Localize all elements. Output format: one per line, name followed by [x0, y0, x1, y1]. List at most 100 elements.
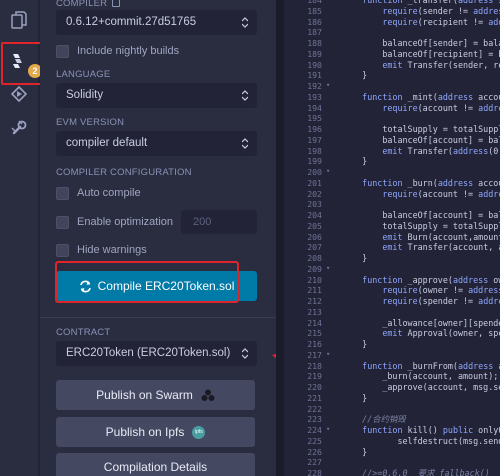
language-select[interactable]: Solidity [56, 83, 257, 108]
line-number: 186 [307, 16, 322, 27]
code-line[interactable]: function _approve(address owner [342, 275, 500, 286]
section-divider [40, 317, 276, 318]
line-number: 193 [307, 91, 322, 102]
line-number: 212 [307, 296, 322, 306]
line-number: 190 [307, 59, 322, 70]
line-number: 207 [307, 242, 322, 253]
checkbox-box[interactable] [56, 186, 69, 200]
checkbox-box[interactable] [56, 215, 69, 229]
code-line[interactable]: emit Burn(account,amount); [342, 232, 500, 243]
line-number: 195 [307, 113, 322, 124]
language-label: LANGUAGE [56, 69, 111, 80]
code-line[interactable]: balanceOf[recipient] = bala [342, 49, 500, 60]
line-number: 188 [307, 38, 322, 48]
code-line[interactable]: } [342, 253, 500, 264]
line-number: 226 [307, 446, 322, 457]
code-line[interactable]: function _burnFrom(address acco [342, 361, 500, 372]
auto-compile-checkbox[interactable]: Auto compile [56, 186, 141, 200]
fold-toggle-icon[interactable]: ▾ [326, 167, 330, 175]
code-line[interactable]: _approve(account, msg.sende [342, 382, 500, 393]
line-number: 220 [307, 382, 322, 392]
code-line[interactable]: emit Transfer(account, addr [342, 242, 500, 253]
compilation-details-button[interactable]: Compilation Details [56, 453, 255, 476]
code-line[interactable]: function kill() public onlyOwne [342, 425, 500, 436]
code-line[interactable]: } [342, 447, 500, 458]
contract-select[interactable]: ERC20Token (ERC20Token.sol) [56, 341, 257, 366]
code-line[interactable]: function _mint(address account, [342, 92, 500, 103]
panel-splitter[interactable] [276, 0, 284, 476]
code-line[interactable]: require(recipient != address [342, 17, 500, 28]
publish-ipfs-label: Publish on Ipfs [105, 425, 185, 439]
code-line[interactable] [342, 404, 500, 415]
evm-version-select[interactable]: compiler default [56, 131, 257, 156]
line-number: 218 [307, 360, 322, 371]
code-line[interactable]: emit Approval(owner, spende [342, 328, 500, 339]
code-line[interactable] [342, 264, 500, 275]
checkbox-box[interactable] [56, 243, 69, 257]
fold-toggle-icon[interactable]: ▾ [326, 350, 330, 358]
deploy-run-icon[interactable] [9, 84, 29, 104]
swarm-icon [201, 389, 215, 401]
line-number: 198 [307, 145, 322, 156]
fold-toggle-icon[interactable]: ▾ [326, 425, 330, 433]
code-line[interactable]: balanceOf[sender] = balance [342, 38, 500, 49]
line-number: 219 [307, 371, 322, 382]
code-line[interactable]: require(spender != address( [342, 296, 500, 307]
code-line[interactable]: } [342, 339, 500, 350]
fold-toggle-icon[interactable]: ▾ [326, 81, 330, 89]
line-number: 194 [307, 102, 322, 113]
code-line[interactable]: } [342, 70, 500, 81]
code-line[interactable] [342, 199, 500, 210]
publish-swarm-button[interactable]: Publish on Swarm [56, 380, 255, 410]
line-number: 189 [307, 48, 322, 59]
code-line[interactable]: emit Transfer(sender, recip [342, 60, 500, 71]
code-line[interactable]: //>=0.6.0 要求 fallback() [342, 468, 500, 476]
code-line[interactable]: balanceOf[account] = balanc [342, 210, 500, 221]
code-line[interactable]: _burn(account, amount); [342, 371, 500, 382]
code-line[interactable]: } [342, 156, 500, 167]
code-line[interactable] [342, 27, 500, 38]
checkbox-box[interactable] [56, 44, 69, 58]
publish-ipfs-button[interactable]: Publish on Ipfs ipfs [56, 417, 255, 447]
code-line[interactable] [342, 350, 500, 361]
line-number-gutter: 184 185 186 187 188 189 190 191 192 193 194 195 196 1… [284, 0, 324, 476]
code-line[interactable]: balanceOf[account] = balanc [342, 135, 500, 146]
code-editor[interactable]: 184 185 186 187 188 189 190 191 192 193 194 195 196 1… [284, 0, 500, 476]
language-value: Solidity [66, 89, 104, 101]
enable-optimization-checkbox[interactable]: Enable optimization [56, 215, 173, 229]
code-line[interactable]: selfdestruct(msg.sender) [342, 436, 500, 447]
optimization-runs-input[interactable]: 200 [181, 210, 257, 234]
compiler-version-select[interactable]: 0.6.12+commit.27d51765 [56, 10, 257, 35]
code-line[interactable] [342, 457, 500, 468]
line-number: 225 [307, 435, 322, 446]
code-line[interactable]: totalSupply = totalSupply.s [342, 221, 500, 232]
hide-warnings-checkbox[interactable]: Hide warnings [56, 243, 147, 257]
code-line[interactable]: require(sender != address [342, 6, 500, 17]
code-line[interactable]: emit Transfer(address(0), a [342, 146, 500, 157]
code-line[interactable] [342, 167, 500, 178]
contract-label: CONTRACT [56, 327, 111, 338]
code-line[interactable] [342, 307, 500, 318]
code-line[interactable]: //合约销毁 [342, 414, 500, 425]
code-line[interactable] [342, 113, 500, 124]
fold-toggle-icon[interactable]: ▾ [326, 0, 330, 3]
line-number: 201 [307, 177, 322, 188]
code-line[interactable]: require(owner != address(0) [342, 285, 500, 296]
code-line[interactable]: require(account != address( [342, 189, 500, 200]
files-icon[interactable] [9, 10, 29, 30]
select-caret-icon [242, 17, 248, 28]
publish-swarm-label: Publish on Swarm [96, 388, 193, 402]
evm-version-label: EVM VERSION [56, 117, 125, 128]
debugger-icon[interactable] [9, 118, 29, 138]
nightly-builds-checkbox[interactable]: Include nightly builds [56, 44, 179, 58]
code-line[interactable] [342, 81, 500, 92]
code-line[interactable]: totalSupply = totalSupply.a [342, 124, 500, 135]
compiler-config-label: COMPILER CONFIGURATION [56, 167, 192, 178]
code-line[interactable]: function _burn(address account, [342, 178, 500, 189]
code-line[interactable]: _allowance[owner][spender] [342, 318, 500, 329]
code-line[interactable]: } [342, 393, 500, 404]
code-line[interactable]: require(account != address( [342, 103, 500, 114]
fold-toggle-icon[interactable]: ▾ [326, 264, 330, 272]
line-number: 202 [307, 188, 322, 199]
line-number: 215 [307, 328, 322, 339]
